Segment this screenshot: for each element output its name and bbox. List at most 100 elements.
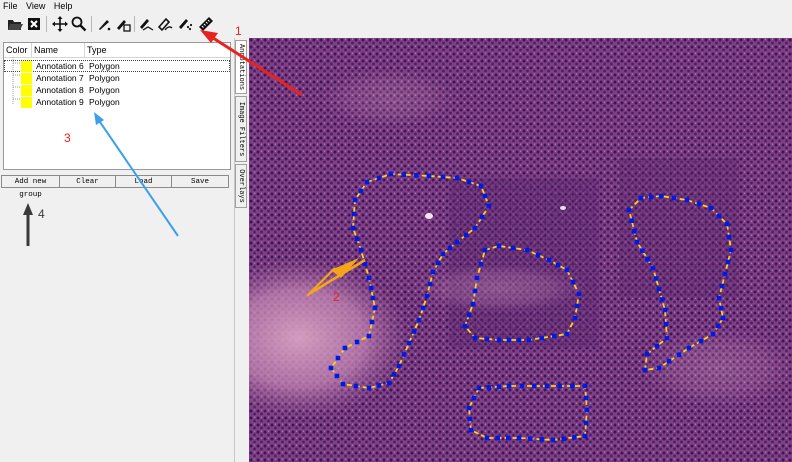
annotation-vertex[interactable] <box>424 293 430 299</box>
annotation-vertex[interactable] <box>440 174 446 180</box>
annotation-vertex[interactable] <box>722 271 728 277</box>
annotation-vertex[interactable] <box>546 257 552 263</box>
annotation-vertex[interactable] <box>388 171 394 177</box>
load-button[interactable]: Load <box>115 175 172 188</box>
list-item[interactable]: Annotation 6 Polygon <box>4 60 230 72</box>
annotation-vertex[interactable] <box>584 407 590 413</box>
list-item[interactable]: Annotation 8 Polygon <box>4 84 230 96</box>
annotation-vertex[interactable] <box>496 337 502 343</box>
annotation-vertex[interactable] <box>496 243 502 249</box>
annotation-vertex[interactable] <box>535 252 541 258</box>
annotation-vertex[interactable] <box>539 335 544 341</box>
annotation-vertex[interactable] <box>716 295 722 301</box>
annotation-vertex[interactable] <box>728 247 734 253</box>
annotation-vertex[interactable] <box>583 395 589 401</box>
annotation-vertex[interactable] <box>471 395 477 401</box>
annotation-vertex[interactable] <box>370 295 376 301</box>
annotation-vertex[interactable] <box>663 321 669 327</box>
annotation-vertex[interactable] <box>386 380 392 386</box>
annotation-vertex[interactable] <box>696 201 702 207</box>
annotation-vertex[interactable] <box>482 193 488 199</box>
tab-image-filters[interactable]: Image Filters <box>235 96 247 162</box>
annotation-vertex[interactable] <box>676 352 682 357</box>
annotation-vertex[interactable] <box>486 203 492 209</box>
annotation-vertex[interactable] <box>686 345 692 351</box>
close-icon[interactable] <box>25 15 43 33</box>
menu-help[interactable]: Help <box>51 0 76 12</box>
annotation-vertex[interactable] <box>358 188 364 194</box>
annotation-vertex[interactable] <box>479 214 485 220</box>
annotation-vertex[interactable] <box>474 275 480 281</box>
annotation-vertex[interactable] <box>472 288 478 294</box>
annotation-vertex[interactable] <box>435 260 441 266</box>
annotation-vertex[interactable] <box>447 245 453 251</box>
annotation-vertex[interactable] <box>411 329 417 334</box>
annotation-vertex[interactable] <box>564 331 570 337</box>
annotation-vertex[interactable] <box>666 359 672 364</box>
annotation-vertex[interactable] <box>366 333 372 339</box>
annotation-vertex[interactable] <box>645 257 650 262</box>
annotation-vertex[interactable] <box>715 323 721 329</box>
annotation-vertex[interactable] <box>430 269 436 275</box>
annotation-vertex[interactable] <box>629 218 634 223</box>
annotation-vertex[interactable] <box>664 335 670 341</box>
annotation-vertex[interactable] <box>564 267 570 273</box>
annotation-vertex[interactable] <box>516 435 522 441</box>
annotation-vertex[interactable] <box>656 365 662 371</box>
annotation-vertex[interactable] <box>472 225 478 231</box>
annotation-vertex[interactable] <box>482 247 488 253</box>
annotation-vertex[interactable] <box>426 173 432 179</box>
annotation-vertex[interactable] <box>496 384 502 389</box>
annotation-vertex[interactable] <box>634 239 640 245</box>
zoom-icon[interactable] <box>70 15 88 33</box>
save-button[interactable]: Save <box>171 175 229 188</box>
tab-overlays[interactable]: Overlays <box>235 164 247 208</box>
annotation-vertex[interactable] <box>470 301 476 307</box>
annotation-vertex[interactable] <box>528 436 533 441</box>
annotation-vertex[interactable] <box>416 317 422 323</box>
column-name[interactable]: Name <box>32 43 85 57</box>
annotation-vertex[interactable] <box>532 383 537 389</box>
annotation-vertex[interactable] <box>466 179 472 185</box>
annotation-vertex[interactable] <box>396 363 402 369</box>
annotation-vertex[interactable] <box>626 207 632 213</box>
annotation-vertex[interactable] <box>644 351 650 357</box>
annotation-vertex[interactable] <box>582 383 588 389</box>
list-item[interactable]: Annotation 9 Polygon <box>4 96 230 108</box>
annotation-vertex[interactable] <box>638 195 644 201</box>
annotation-vertex[interactable] <box>342 345 348 351</box>
spline-annotation-icon[interactable] <box>176 15 194 33</box>
open-icon[interactable] <box>6 15 24 33</box>
column-color[interactable]: Color <box>4 43 32 57</box>
annotation-vertex[interactable] <box>671 195 677 201</box>
annotation-vertex[interactable] <box>352 197 358 203</box>
point-annotation-icon[interactable] <box>95 15 113 33</box>
annotation-vertex[interactable] <box>640 248 645 253</box>
annotation-vertex[interactable] <box>716 213 722 219</box>
annotation-vertex[interactable] <box>708 205 714 211</box>
annotation-vertex[interactable] <box>476 385 482 391</box>
annotation-vertex[interactable] <box>478 261 484 267</box>
annotation-vertex[interactable] <box>552 333 557 339</box>
annotation-vertex[interactable] <box>718 305 724 311</box>
annotation-vertex[interactable] <box>354 339 360 345</box>
menu-file[interactable]: File <box>0 0 21 12</box>
annotation-vertex[interactable] <box>582 433 588 439</box>
tab-annotations[interactable]: Annotations <box>235 40 247 94</box>
annotation-vertex[interactable] <box>561 436 566 441</box>
annotation-vertex[interactable] <box>420 305 426 311</box>
annotation-vertex[interactable] <box>340 381 346 387</box>
eraser-icon[interactable] <box>156 15 174 33</box>
annotation-vertex[interactable] <box>486 385 492 390</box>
annotation-vertex[interactable] <box>462 323 468 329</box>
annotation-vertex[interactable] <box>698 338 704 344</box>
annotation-vertex[interactable] <box>328 365 334 371</box>
annotation-vertex[interactable] <box>524 247 530 253</box>
annotation-vertex[interactable] <box>358 247 364 253</box>
annotation-vertex[interactable] <box>376 175 382 181</box>
annotation-vertex[interactable] <box>516 337 522 343</box>
annotation-vertex[interactable] <box>354 236 360 242</box>
annotation-vertex[interactable] <box>662 307 668 313</box>
polygon-annotation-icon[interactable] <box>137 15 155 33</box>
annotation-vertex[interactable] <box>369 319 375 325</box>
